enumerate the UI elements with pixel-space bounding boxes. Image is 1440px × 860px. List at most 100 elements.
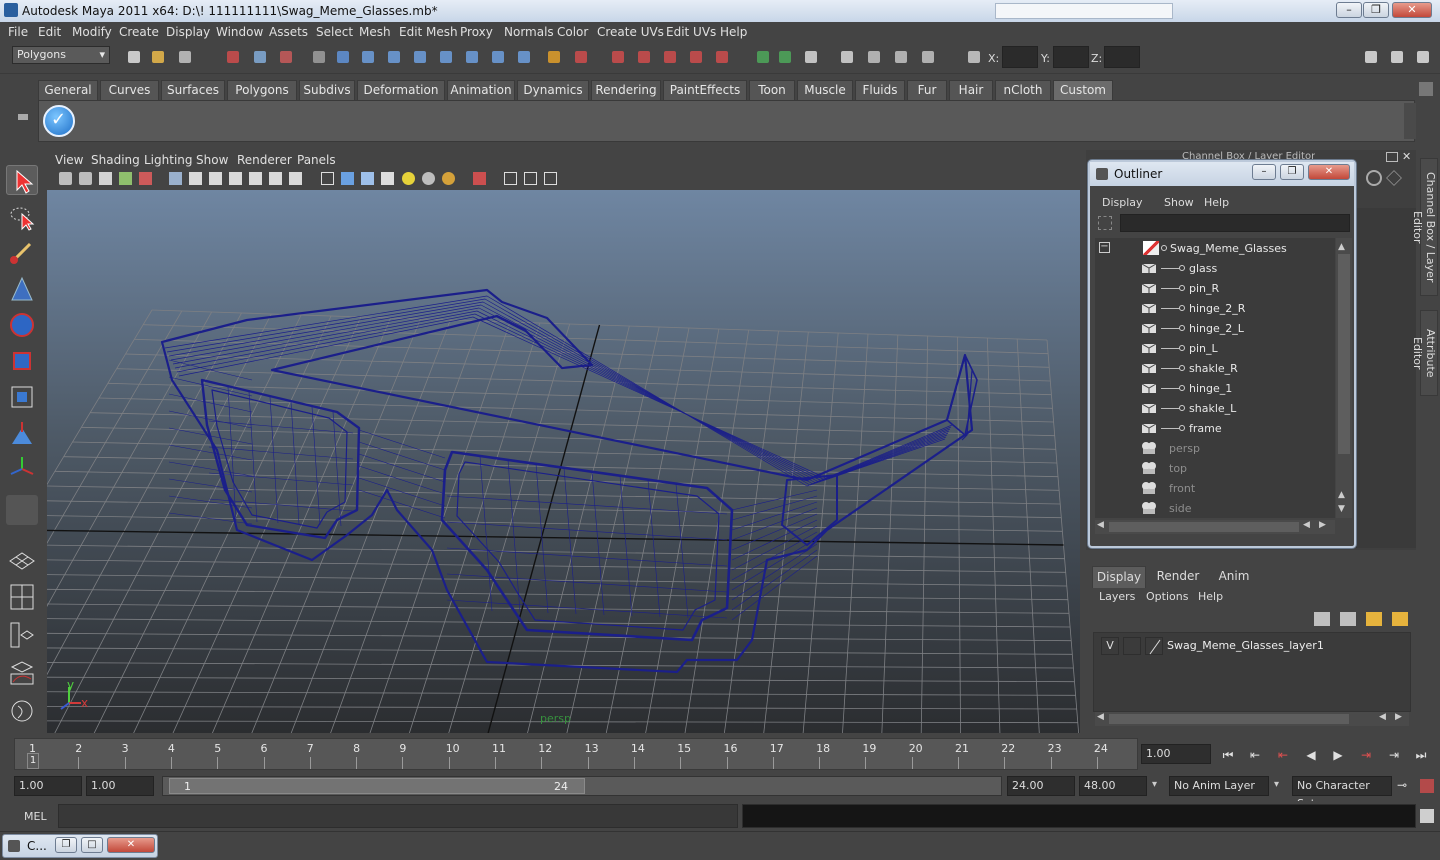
save-scene-icon[interactable] — [174, 46, 196, 68]
outliner-menu-help[interactable]: Help — [1204, 196, 1229, 209]
menu-mesh[interactable]: Mesh — [359, 25, 391, 39]
layer-color-swatch[interactable] — [1145, 637, 1163, 655]
outliner-vertical-scrollbar[interactable]: ▲ ▲ ▼ — [1336, 238, 1352, 518]
scroll-down-icon[interactable]: ▼ — [1338, 504, 1345, 514]
layer-tab-anim[interactable]: Anim — [1210, 566, 1258, 588]
xray-joints-icon[interactable] — [524, 172, 537, 185]
resolution-gate-icon[interactable] — [209, 172, 222, 185]
menu-select[interactable]: Select — [316, 25, 353, 39]
select-surfaces-icon[interactable] — [409, 46, 431, 68]
go-to-end-icon[interactable]: ⏭ — [1410, 748, 1432, 764]
four-view-layout-icon[interactable] — [6, 582, 38, 612]
textured-icon[interactable] — [381, 172, 394, 185]
outliner-minimize-button[interactable]: – — [1252, 164, 1276, 180]
outliner-root-row[interactable]: − Swag_Meme_Glasses — [1095, 238, 1335, 258]
menu-file[interactable]: File — [8, 25, 28, 39]
shelf-tab-dynamics[interactable]: Dynamics — [517, 80, 589, 100]
shelf-tab-fluids[interactable]: Fluids — [855, 80, 905, 100]
rotate-tool-icon[interactable] — [6, 310, 38, 340]
menu-window[interactable]: Window — [216, 25, 263, 39]
layer-display-type-toggle[interactable] — [1123, 637, 1141, 655]
minimized-maximize-button[interactable]: □ — [81, 837, 103, 853]
shelf-tab-rendering[interactable]: Rendering — [591, 80, 661, 100]
highlight-selection-icon[interactable] — [570, 46, 592, 68]
render-current-frame-icon[interactable] — [863, 46, 885, 68]
character-set-field[interactable]: No Character Set — [1292, 776, 1392, 810]
minimized-restore-button[interactable]: ❐ — [55, 837, 77, 853]
scroll-right-icon[interactable]: ▶ — [1319, 520, 1326, 530]
outliner-menu-display[interactable]: Display — [1102, 196, 1143, 209]
gate-mask-icon[interactable] — [229, 172, 242, 185]
menu-display[interactable]: Display — [166, 25, 210, 39]
viewport-menu-shading[interactable]: Shading — [91, 153, 140, 167]
scroll-left-icon[interactable]: ◀ — [1303, 520, 1310, 530]
image-plane-icon[interactable] — [119, 172, 132, 185]
wireframe-shading-icon[interactable] — [321, 172, 334, 185]
select-curves-icon[interactable] — [383, 46, 405, 68]
playback-start-field[interactable]: 1.00 — [86, 776, 154, 796]
layer-tab-render[interactable]: Render — [1150, 566, 1206, 588]
chevron-down-icon[interactable]: ▾ — [1274, 779, 1279, 790]
maximize-button[interactable]: ❐ — [1363, 2, 1389, 18]
last-tool-used-icon[interactable] — [6, 495, 38, 525]
command-input[interactable] — [58, 804, 738, 828]
viewport-menu-renderer[interactable]: Renderer — [237, 153, 292, 167]
camera-attributes-icon[interactable] — [79, 172, 92, 185]
viewport-menu-lighting[interactable]: Lighting — [144, 153, 193, 167]
current-time-field[interactable]: 1.00 — [1141, 744, 1211, 764]
scroll-left-icon[interactable]: ◀ — [1097, 520, 1104, 530]
snap-to-grid-icon[interactable] — [607, 46, 629, 68]
command-language-label[interactable]: MEL — [24, 810, 47, 823]
move-tool-icon[interactable] — [6, 274, 38, 304]
range-slider-handle[interactable]: 1 24 — [169, 778, 585, 794]
script-editor-icon[interactable] — [1420, 809, 1434, 823]
outliner-camera-persp[interactable]: persp — [1095, 438, 1335, 458]
key-icon[interactable]: ⊸ — [1397, 778, 1407, 792]
viewport-menu-show[interactable]: Show — [196, 153, 228, 167]
select-deformations-icon[interactable] — [435, 46, 457, 68]
scroll-up-icon[interactable]: ▲ — [1338, 242, 1345, 252]
select-by-hierarchy-icon[interactable] — [222, 46, 244, 68]
animation-end-field[interactable]: 48.00 — [1079, 776, 1147, 796]
layer-menu-layers[interactable]: Layers — [1099, 590, 1135, 603]
make-live-icon[interactable] — [711, 46, 733, 68]
menu-color[interactable]: Color — [557, 25, 588, 39]
shelf-tab-polygons[interactable]: Polygons — [227, 80, 297, 100]
layer-menu-help[interactable]: Help — [1198, 590, 1223, 603]
outliner-item-hinge-2-l[interactable]: hinge_2_L — [1095, 318, 1335, 338]
default-lighting-icon[interactable] — [402, 172, 415, 185]
ipr-render-icon[interactable] — [890, 46, 912, 68]
mask-dropdown-icon[interactable] — [308, 46, 330, 68]
menu-edit[interactable]: Edit — [38, 25, 61, 39]
shelf-tab-painteffects[interactable]: PaintEffects — [663, 80, 747, 100]
lock-selection-icon[interactable] — [543, 46, 565, 68]
outliner-filter-input[interactable] — [1120, 214, 1350, 232]
anim-layer-field[interactable]: No Anim Layer — [1169, 776, 1269, 796]
grid-toggle-icon[interactable] — [169, 172, 182, 185]
y-field[interactable] — [1053, 46, 1089, 68]
shelf-tab-animation[interactable]: Animation — [447, 80, 515, 100]
tab-attribute-editor[interactable]: Attribute Editor — [1411, 310, 1438, 396]
minimized-close-button[interactable]: ✕ — [107, 837, 155, 853]
outliner-camera-front[interactable]: front — [1095, 478, 1335, 498]
shelf-tab-general[interactable]: General — [38, 80, 98, 100]
shelf-tab-surfaces[interactable]: Surfaces — [161, 80, 225, 100]
x-field[interactable] — [1002, 46, 1038, 68]
go-to-start-icon[interactable]: ⏮ — [1217, 748, 1239, 764]
backface-culling-icon[interactable] — [544, 172, 557, 185]
select-rendering-icon[interactable] — [487, 46, 509, 68]
show-channel-box-icon[interactable] — [1412, 46, 1434, 68]
scroll-thumb[interactable] — [1109, 714, 1349, 724]
scroll-thumb[interactable] — [1109, 522, 1299, 532]
persp-graph-layout-icon[interactable] — [6, 657, 38, 687]
scroll-right-icon[interactable]: ▶ — [1395, 712, 1402, 722]
outliner-camera-side[interactable]: side — [1095, 498, 1335, 518]
transform-input-icon[interactable] — [963, 46, 985, 68]
outliner-horizontal-scrollbar[interactable]: ◀ ◀ ▶ — [1095, 520, 1335, 534]
layer-tab-display[interactable]: Display — [1092, 566, 1146, 588]
lasso-tool-icon[interactable] — [6, 202, 38, 232]
shelf-scroll-icon[interactable] — [1404, 103, 1416, 139]
field-chart-icon[interactable] — [249, 172, 262, 185]
persp-outliner-layout-icon[interactable] — [6, 620, 38, 650]
z-field[interactable] — [1104, 46, 1140, 68]
